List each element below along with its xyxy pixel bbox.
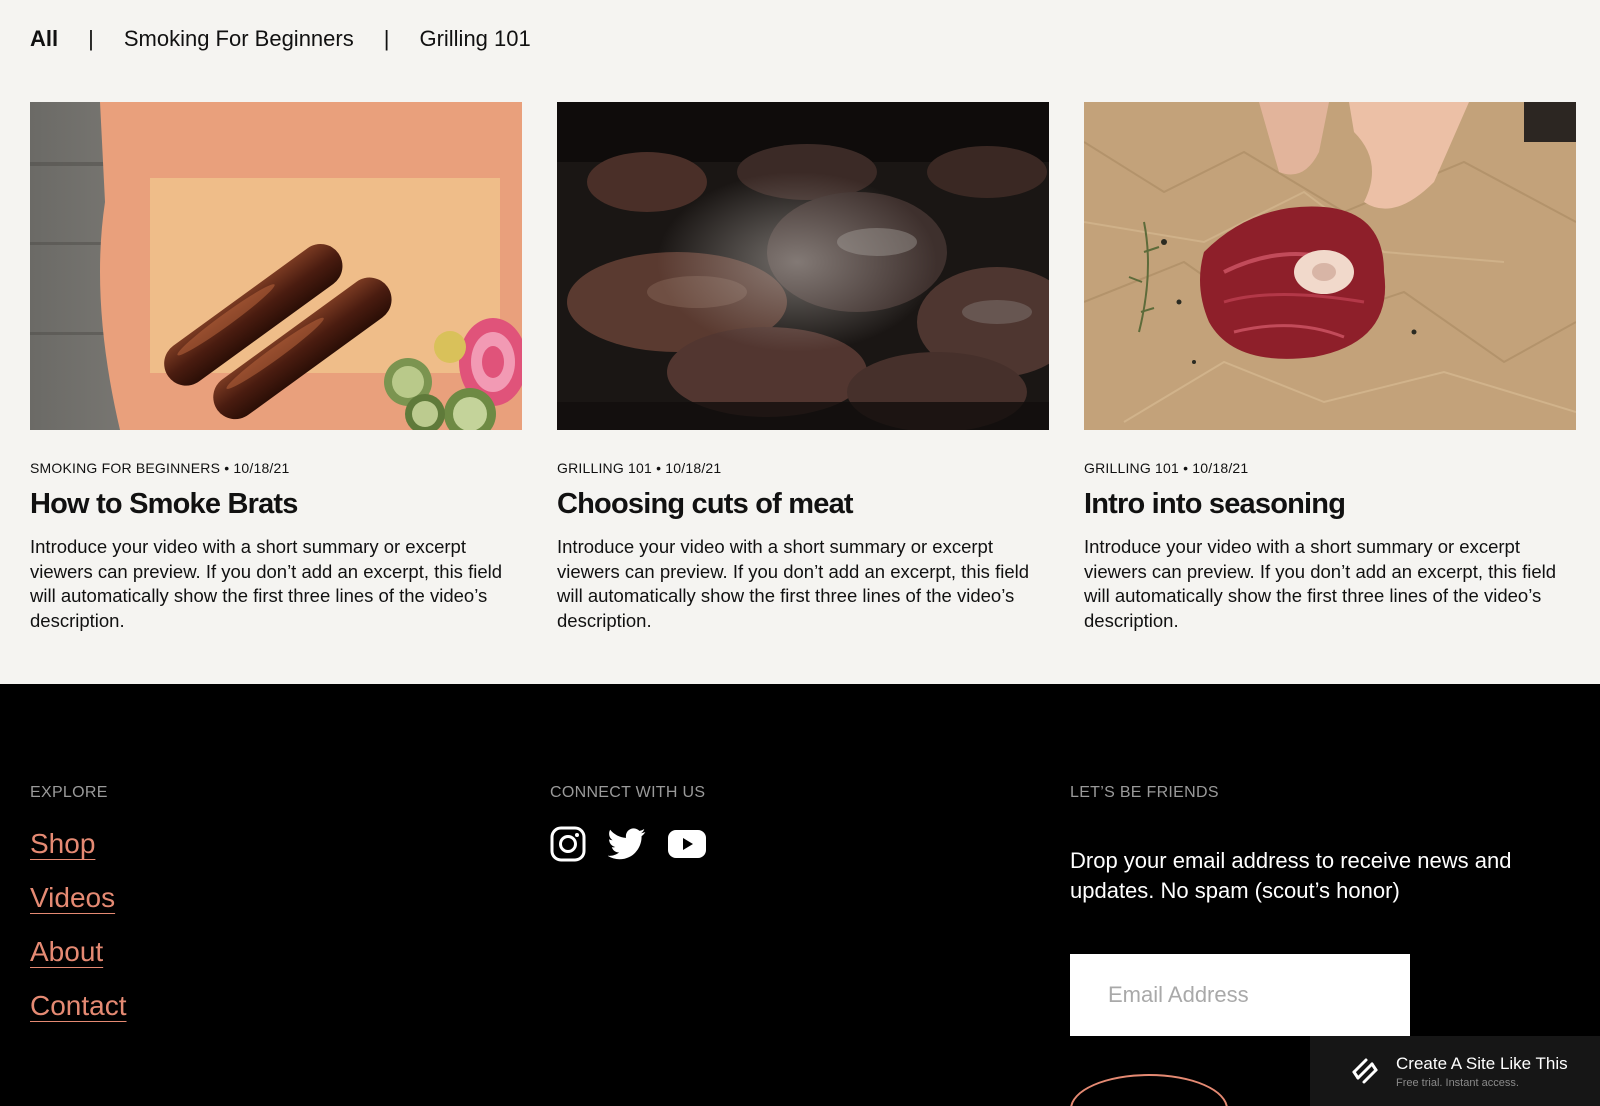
explore-heading: EXPLORE [30, 784, 108, 801]
category-filter: All | Smoking For Beginners | Grilling 1… [30, 26, 531, 52]
video-meta: GRILLING 101 • 10/18/21 [557, 460, 722, 476]
filter-grilling-101[interactable]: Grilling 101 [419, 26, 530, 52]
video-title[interactable]: Intro into seasoning [1084, 488, 1576, 521]
twitter-icon[interactable] [607, 828, 646, 865]
video-title[interactable]: How to Smoke Brats [30, 488, 522, 521]
filter-smoking-for-beginners[interactable]: Smoking For Beginners [124, 26, 354, 52]
instagram-icon[interactable] [550, 826, 586, 867]
video-meta: GRILLING 101 • 10/18/21 [1084, 460, 1249, 476]
video-excerpt: Introduce your video with a short summar… [30, 536, 503, 631]
friends-heading: LET’S BE FRIENDS [1070, 784, 1219, 801]
video-card: GRILLING 101 • 10/18/21 Choosing cuts of… [557, 102, 1049, 633]
video-card: SMOKING FOR BEGINNERS • 10/18/21 How to … [30, 102, 522, 633]
connect-heading: CONNECT WITH US [550, 784, 706, 801]
video-card: GRILLING 101 • 10/18/21 Intro into seaso… [1084, 102, 1576, 633]
badge-title: Create A Site Like This [1396, 1053, 1568, 1073]
email-field[interactable] [1070, 954, 1410, 1036]
video-grid: SMOKING FOR BEGINNERS • 10/18/21 How to … [30, 102, 1576, 633]
video-thumbnail-brats[interactable] [30, 102, 522, 430]
site-footer: EXPLORE Shop Videos About Contact CONNEC… [0, 684, 1600, 1106]
footer-link-shop[interactable]: Shop [30, 828, 127, 860]
filter-all[interactable]: All [30, 26, 58, 52]
footer-link-contact[interactable]: Contact [30, 990, 127, 1022]
youtube-icon[interactable] [668, 830, 706, 863]
footer-link-about[interactable]: About [30, 936, 127, 968]
video-thumbnail-seasoning[interactable] [1084, 102, 1576, 430]
video-thumbnail-meat-cuts[interactable] [557, 102, 1049, 430]
social-links [550, 826, 706, 867]
squarespace-logo-icon [1352, 1058, 1378, 1084]
video-title[interactable]: Choosing cuts of meat [557, 488, 1049, 521]
video-excerpt: Introduce your video with a short summar… [557, 536, 1030, 631]
squarespace-badge[interactable]: Create A Site Like This Free trial. Inst… [1310, 1036, 1600, 1106]
video-meta: SMOKING FOR BEGINNERS • 10/18/21 [30, 460, 290, 476]
footer-nav: Shop Videos About Contact [30, 828, 127, 1044]
filter-separator: | [383, 26, 390, 51]
filter-separator: | [88, 26, 94, 51]
footer-link-videos[interactable]: Videos [30, 882, 127, 914]
newsletter-submit-button[interactable] [1070, 1074, 1228, 1106]
video-excerpt: Introduce your video with a short summar… [1084, 536, 1557, 631]
badge-subtitle: Free trial. Instant access. [1396, 1076, 1519, 1089]
newsletter-description: Drop your email address to receive news … [1070, 848, 1512, 903]
